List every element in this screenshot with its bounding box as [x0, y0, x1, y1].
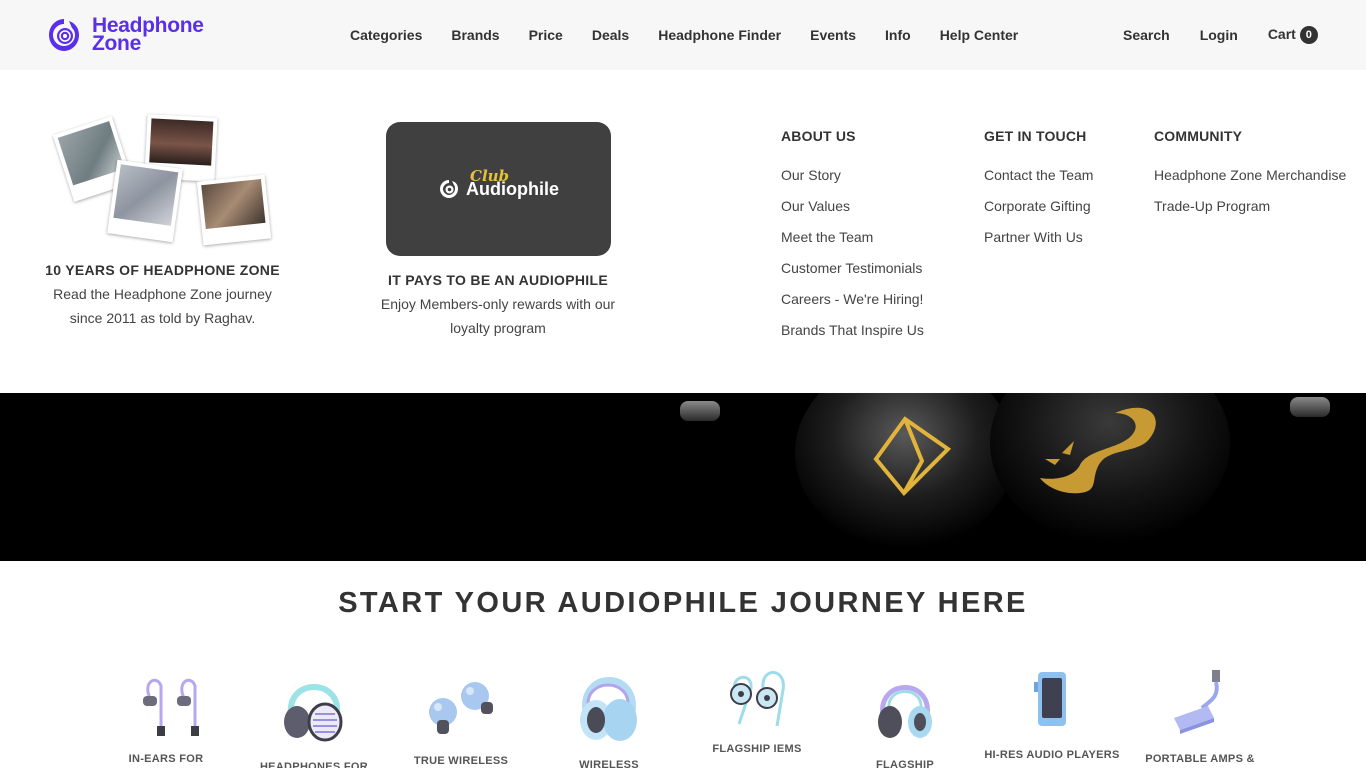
nav-deals[interactable]: Deals — [592, 27, 629, 43]
headphone-zone-logo-icon — [46, 17, 82, 53]
club-audiophile-logo: Club Audiophile — [438, 167, 559, 200]
portable-amp-icon — [1174, 670, 1220, 734]
nav-help-center[interactable]: Help Center — [940, 27, 1019, 43]
category-true-wireless[interactable]: TRUE WIRELESS — [387, 660, 535, 768]
cart-count-badge: 0 — [1299, 26, 1318, 44]
ten-years-title: 10 YEARS OF HEADPHONE ZONE — [45, 262, 280, 278]
headphone-zone-logo-icon — [440, 180, 458, 198]
community-heading: COMMUNITY — [1154, 128, 1243, 144]
search-link[interactable]: Search — [1123, 27, 1170, 43]
journey-heading: START YOUR AUDIOPHILE JOURNEY HERE — [338, 587, 1028, 619]
ten-years-description: Read the Headphone Zone journey since 20… — [53, 286, 272, 326]
club-script-text: Club — [470, 166, 510, 185]
club-description: Enjoy Members-only rewards with our loya… — [380, 296, 616, 336]
nav-events[interactable]: Events — [810, 27, 856, 43]
get-in-touch-heading: GET IN TOUCH — [984, 128, 1087, 144]
category-carousel: IN-EARS FOR HEADPHONES FOR TRUE WIRELESS — [92, 660, 1272, 768]
true-wireless-earbuds-icon — [429, 682, 493, 734]
audio-player-icon — [1034, 672, 1066, 726]
link-trade-up-program[interactable]: Trade-Up Program — [1154, 199, 1346, 214]
login-link[interactable]: Login — [1200, 27, 1238, 43]
nav-brands[interactable]: Brands — [451, 27, 499, 43]
hero-banner-image[interactable] — [0, 393, 1366, 561]
get-in-touch-column: GET IN TOUCH Contact the Team Corporate … — [984, 128, 1093, 261]
category-flagship-iems[interactable]: FLAGSHIP IEMS — [683, 660, 831, 768]
logo-line-2: Zone — [92, 32, 141, 55]
link-careers[interactable]: Careers - We're Hiring! — [781, 292, 924, 307]
category-label: PORTABLE AMPS & — [1145, 753, 1255, 765]
over-ear-headphones-icon — [284, 684, 343, 742]
category-label: FLAGSHIP IEMS — [712, 743, 802, 755]
club-audiophile-card[interactable]: Club Audiophile — [386, 122, 611, 256]
community-column: COMMUNITY Headphone Zone Merchandise Tra… — [1154, 128, 1346, 230]
category-flagship[interactable]: FLAGSHIP — [831, 660, 979, 768]
nav-price[interactable]: Price — [529, 27, 563, 43]
category-label: FLAGSHIP — [875, 759, 934, 768]
cart-label: Cart — [1267, 26, 1296, 42]
club-audiophile-feature[interactable]: IT PAYS TO BE AN AUDIOPHILE Enjoy Member… — [378, 268, 618, 340]
category-label: HEADPHONES FOR — [259, 761, 369, 768]
flagship-headphones-icon — [878, 685, 932, 738]
link-customer-testimonials[interactable]: Customer Testimonials — [781, 261, 924, 276]
main-nav: Categories Brands Price Deals Headphone … — [350, 0, 1047, 70]
nav-headphone-finder[interactable]: Headphone Finder — [658, 27, 781, 43]
polaroid-photo — [107, 159, 183, 243]
wireless-headphones-icon — [580, 677, 637, 741]
link-merchandise[interactable]: Headphone Zone Merchandise — [1154, 168, 1346, 183]
link-brands-that-inspire-us[interactable]: Brands That Inspire Us — [781, 323, 924, 338]
category-label: TRUE WIRELESS — [413, 755, 509, 767]
site-logo[interactable]: Headphone Zone — [46, 14, 214, 56]
about-us-heading: ABOUT US — [781, 128, 856, 144]
link-meet-the-team[interactable]: Meet the Team — [781, 230, 924, 245]
nav-categories[interactable]: Categories — [350, 27, 422, 43]
in-ear-earphones-icon — [143, 678, 199, 736]
polaroid-photo — [196, 174, 272, 246]
category-wireless[interactable]: WIRELESS — [535, 660, 683, 768]
flagship-iem-icon — [730, 671, 785, 727]
site-header: Headphone Zone Categories Brands Price D… — [0, 0, 1366, 70]
about-us-column: ABOUT US Our Story Our Values Meet the T… — [781, 128, 924, 354]
link-our-values[interactable]: Our Values — [781, 199, 924, 214]
link-partner-with-us[interactable]: Partner With Us — [984, 230, 1093, 245]
account-nav: Search Login Cart 0 — [1123, 0, 1348, 70]
category-label: WIRELESS — [579, 759, 639, 768]
nav-info[interactable]: Info — [885, 27, 911, 43]
club-audiophile-wordmark: Club Audiophile — [466, 167, 559, 200]
link-our-story[interactable]: Our Story — [781, 168, 924, 183]
ten-years-feature[interactable]: 10 YEARS OF HEADPHONE ZONE Read the Head… — [40, 258, 285, 330]
category-headphones[interactable]: HEADPHONES FOR — [240, 660, 388, 768]
club-title: IT PAYS TO BE AN AUDIOPHILE — [388, 272, 608, 288]
category-label: HI-RES AUDIO PLAYERS — [984, 749, 1120, 761]
link-contact-the-team[interactable]: Contact the Team — [984, 168, 1093, 183]
cart-link[interactable]: Cart 0 — [1268, 26, 1318, 44]
team-polaroids-image[interactable] — [52, 114, 274, 248]
info-mega-menu: 10 YEARS OF HEADPHONE ZONE Read the Head… — [0, 70, 1366, 393]
logo-wordmark: Headphone Zone — [92, 15, 204, 55]
category-label: IN-EARS FOR — [128, 753, 204, 765]
category-in-ears[interactable]: IN-EARS FOR — [92, 660, 240, 768]
link-corporate-gifting[interactable]: Corporate Gifting — [984, 199, 1093, 214]
category-hi-res-audio-players[interactable]: HI-RES AUDIO PLAYERS — [978, 660, 1126, 768]
category-portable-amps[interactable]: PORTABLE AMPS & — [1126, 660, 1274, 768]
